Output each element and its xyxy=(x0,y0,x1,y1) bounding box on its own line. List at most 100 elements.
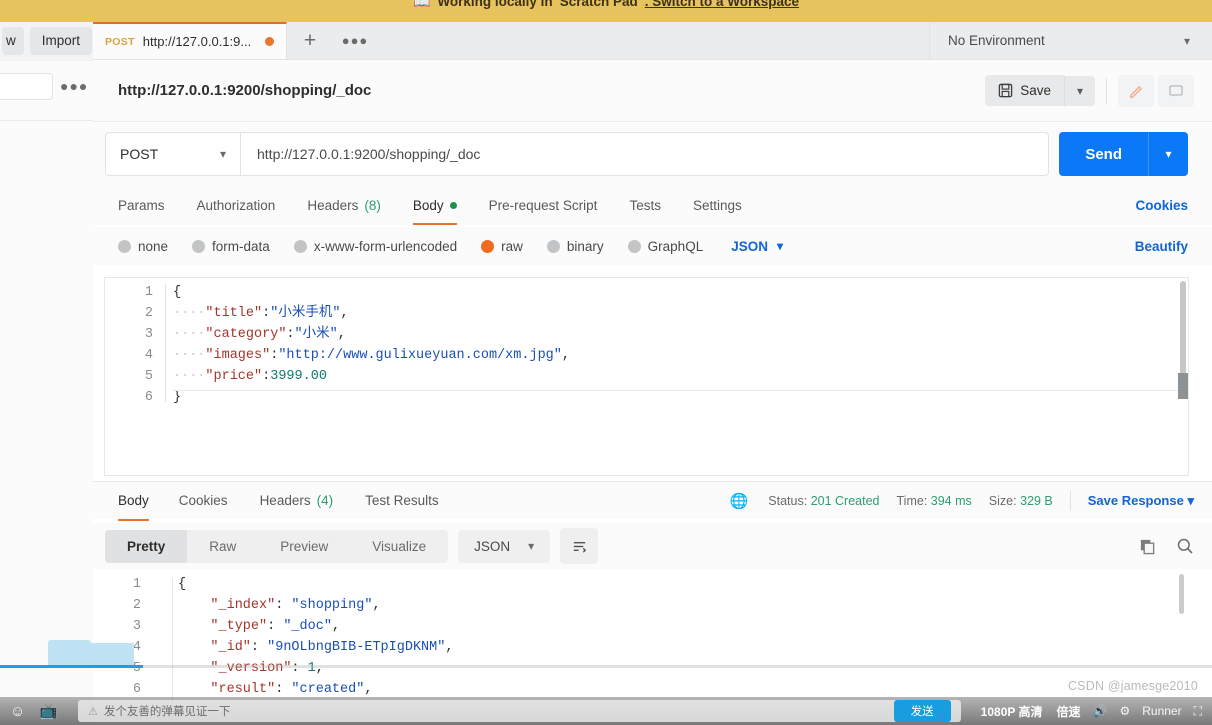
http-method-value: POST xyxy=(120,146,159,162)
search-icon[interactable] xyxy=(1176,537,1194,555)
new-tab-button[interactable]: + xyxy=(287,22,333,59)
save-button[interactable]: Save xyxy=(985,75,1064,106)
body-type-urlencoded[interactable]: x-www-form-urlencoded xyxy=(293,238,458,254)
http-method-select[interactable]: POST ▾ xyxy=(105,132,241,176)
send-button[interactable]: Send xyxy=(1059,132,1148,176)
request-header-bar: http://127.0.0.1:9200/shopping/_doc Save… xyxy=(93,60,1212,122)
copy-icon[interactable] xyxy=(1139,538,1156,555)
tab-label: Headers xyxy=(307,197,359,213)
word-wrap-icon[interactable] xyxy=(560,528,599,564)
left-sidebar: w Import ●●● xyxy=(0,22,93,725)
response-headers-count: (4) xyxy=(316,493,334,508)
book-icon: 📖 xyxy=(412,0,431,9)
view-raw[interactable]: Raw xyxy=(187,530,258,563)
raw-format-value: JSON xyxy=(731,238,768,254)
body-type-raw[interactable]: raw xyxy=(481,239,523,254)
tab-authorization[interactable]: Authorization xyxy=(197,185,276,225)
url-input[interactable]: http://127.0.0.1:9200/shopping/_doc xyxy=(241,132,1050,176)
beautify-link[interactable]: Beautify xyxy=(1135,239,1188,254)
body-type-form-data[interactable]: form-data xyxy=(192,239,270,254)
video-progress-fill xyxy=(0,665,143,668)
view-preview[interactable]: Preview xyxy=(258,530,350,563)
cookies-link[interactable]: Cookies xyxy=(1135,198,1188,213)
banner-text-before: Working locally in xyxy=(437,0,553,9)
view-visualize[interactable]: Visualize xyxy=(350,530,448,563)
response-code-area: { "_index": "shopping", "_type": "_doc",… xyxy=(178,577,454,697)
url-bar: POST ▾ http://127.0.0.1:9200/shopping/_d… xyxy=(93,123,1212,185)
radio-icon xyxy=(118,239,131,253)
comment-icon[interactable] xyxy=(1158,74,1194,107)
warning-icon: ⚠ xyxy=(88,705,98,718)
fullscreen-icon[interactable]: ⛶ xyxy=(1194,704,1202,719)
tab-settings[interactable]: Settings xyxy=(693,185,742,225)
tab-body[interactable]: Body xyxy=(412,185,457,225)
radio-label: raw xyxy=(501,238,523,254)
tab-label: Settings xyxy=(692,197,742,213)
save-response-label: Save Response xyxy=(1087,492,1184,508)
view-pretty[interactable]: Pretty xyxy=(105,529,188,563)
save-options-caret[interactable]: ▾ xyxy=(1063,75,1095,106)
new-button[interactable]: w xyxy=(2,27,24,55)
status-badge: Status: 201 Created xyxy=(768,494,879,508)
floppy-disk-icon xyxy=(998,83,1013,98)
editor-scroll-thumb[interactable] xyxy=(1178,373,1188,399)
banner-switch-workspace-link[interactable]: . Switch to a Workspace xyxy=(645,0,799,9)
response-vertical-scrollbar[interactable] xyxy=(1179,574,1184,614)
size-label: Size: xyxy=(988,493,1017,508)
response-format-select[interactable]: JSON ▾ xyxy=(458,529,551,563)
radio-label: x-www-form-urlencoded xyxy=(313,238,458,254)
tab-params[interactable]: Params xyxy=(118,185,165,225)
emoji-icon[interactable]: ☺ xyxy=(10,703,25,720)
response-view-toolbar: Pretty Raw Preview Visualize JSON ▾ xyxy=(93,523,1212,569)
tab-label: Headers xyxy=(259,493,311,508)
tab-tests[interactable]: Tests xyxy=(629,185,661,225)
raw-format-select[interactable]: JSON ▾ xyxy=(731,239,783,254)
danmaku-input[interactable]: ⚠ 发个友善的弹幕见证一下 发送 xyxy=(78,700,961,722)
watermark: CSDN @jamesge2010 xyxy=(1067,679,1198,693)
response-tab-headers[interactable]: Headers (4) xyxy=(260,481,334,521)
editor-line-numbers: 123456 xyxy=(144,285,153,405)
save-response-button[interactable]: Save Response ▾ xyxy=(1088,493,1194,509)
body-type-none[interactable]: none xyxy=(118,239,168,254)
import-button[interactable]: Import xyxy=(29,27,93,55)
sidebar-more-menu[interactable]: ●●● xyxy=(60,78,88,94)
video-quality-label[interactable]: 1080P 高清 xyxy=(981,703,1043,720)
radio-label: binary xyxy=(566,238,604,254)
video-waveform-thumbnail xyxy=(48,640,134,665)
response-view-segmented-control: Pretty Raw Preview Visualize xyxy=(105,529,449,563)
body-type-graphql[interactable]: GraphQL xyxy=(627,239,703,254)
volume-icon[interactable]: 🔊 xyxy=(1093,704,1108,718)
tab-label: Params xyxy=(118,197,165,213)
runner-label[interactable]: Runner xyxy=(1142,704,1181,718)
scratch-pad-banner: 📖 Working locally in Scratch Pad . Switch… xyxy=(0,0,1212,22)
response-format-value: JSON xyxy=(474,538,511,554)
sidebar-search-input[interactable] xyxy=(0,73,53,100)
pencil-icon[interactable] xyxy=(1118,74,1154,107)
tab-headers[interactable]: Headers (8) xyxy=(307,185,381,225)
tv-icon[interactable]: 📺 xyxy=(39,702,58,720)
tab-options-menu[interactable]: ●●● xyxy=(333,22,377,59)
response-tab-body[interactable]: Body xyxy=(118,481,149,521)
request-body-editor[interactable]: 123456 {····"title":"小米手机", ····"category… xyxy=(104,277,1189,476)
meta-divider xyxy=(1069,490,1071,511)
send-options-caret[interactable]: ▾ xyxy=(1148,132,1188,176)
request-title: http://127.0.0.1:9200/shopping/_doc xyxy=(118,82,372,99)
unsaved-changes-dot xyxy=(265,37,274,46)
body-type-binary[interactable]: binary xyxy=(546,238,604,254)
video-speed-label[interactable]: 倍速 xyxy=(1057,703,1081,720)
radio-icon xyxy=(293,239,307,253)
time-badge: Time: 394 ms xyxy=(897,494,972,508)
gear-icon[interactable]: ⚙ xyxy=(1119,704,1130,718)
response-tab-cookies[interactable]: Cookies xyxy=(179,481,228,521)
tab-label: Tests xyxy=(629,197,661,213)
tab-label: Cookies xyxy=(178,493,228,508)
response-tab-test-results[interactable]: Test Results xyxy=(365,481,439,521)
danmaku-send-button[interactable]: 发送 xyxy=(893,700,951,722)
status-label: Status: xyxy=(768,493,808,508)
video-control-bar: ☺ 📺 ⚠ 发个友善的弹幕见证一下 发送 1080P 高清 倍速 🔊 ⚙ Run… xyxy=(0,697,1212,725)
tab-pre-request-script[interactable]: Pre-request Script xyxy=(489,185,598,225)
request-tab-active[interactable]: POST http://127.0.0.1:9... xyxy=(93,22,287,59)
video-progress-track[interactable] xyxy=(0,665,1212,668)
environment-selector[interactable]: No Environment ▾ xyxy=(929,22,1212,59)
time-label: Time: xyxy=(896,493,928,508)
